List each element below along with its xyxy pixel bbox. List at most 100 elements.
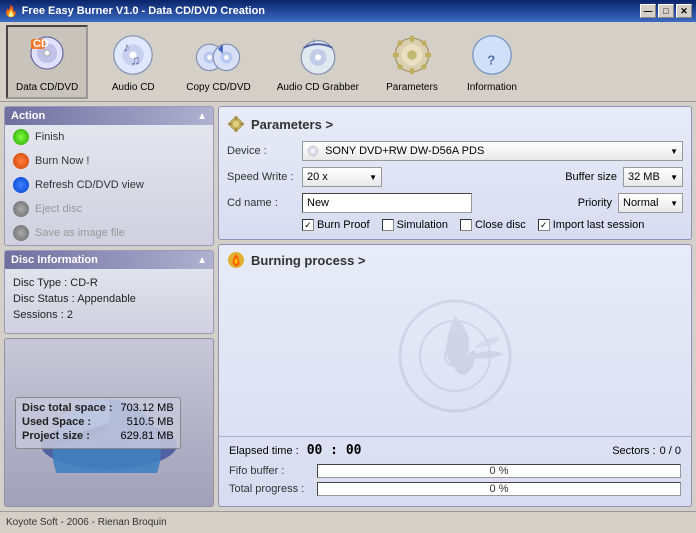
maximize-button[interactable]: □ — [658, 4, 674, 18]
disc-small-icon — [307, 145, 319, 157]
sectors-value: 0 / 0 — [660, 445, 681, 457]
simulation-box — [382, 219, 394, 231]
action-items-list: Finish Burn Now ! Refresh CD/DVD view Ej… — [5, 125, 213, 245]
audio-cd-icon: ♪ ♫ — [109, 31, 157, 79]
action-eject[interactable]: Eject disc — [5, 197, 213, 221]
svg-text:CD: CD — [33, 38, 49, 50]
grabber-icon: ♩ — [294, 31, 342, 79]
project-size-label: Project size : — [22, 430, 90, 442]
eject-label: Eject disc — [35, 203, 82, 215]
disc-info-header: Disc Information ▲ — [5, 251, 213, 269]
toolbar-item-audio-grabber[interactable]: ♩ Audio CD Grabber — [269, 27, 367, 97]
fifo-label: Fifo buffer : — [229, 465, 309, 477]
cdname-row: Cd name : Priority Normal ▼ — [227, 193, 683, 213]
fifo-bar: 0 % — [317, 464, 681, 478]
import-session-checkbox[interactable]: Import last session — [538, 219, 645, 231]
toolbar-item-parameters[interactable]: Parameters — [377, 27, 447, 97]
disc-info-title: Disc Information — [11, 254, 98, 266]
action-save-image[interactable]: Save as image file — [5, 221, 213, 245]
action-panel-header: Action ▲ — [5, 107, 213, 125]
refresh-icon — [13, 177, 29, 193]
total-space-row: Disc total space : 703.12 MB — [22, 402, 174, 414]
action-panel-collapse[interactable]: ▲ — [197, 111, 207, 122]
close-disc-checkbox[interactable]: Close disc — [460, 219, 526, 231]
total-label: Total progress : — [229, 483, 309, 495]
fifo-row: Fifo buffer : 0 % — [229, 464, 681, 478]
app-icon: 🔥 — [4, 5, 18, 18]
burn-label: Burn Now ! — [35, 155, 89, 167]
disc-info-collapse[interactable]: ▲ — [197, 255, 207, 266]
speed-row: Speed Write : 20 x ▼ Buffer size 32 MB ▼ — [227, 167, 683, 187]
burn-proof-checkbox[interactable]: Burn Proof — [302, 219, 370, 231]
speed-arrow: ▼ — [369, 173, 377, 182]
disc-status-value: Appendable — [77, 293, 136, 305]
burning-box: Burning process > — [218, 244, 692, 507]
disc-icon: CD — [23, 31, 71, 79]
total-space-label: Disc total space : — [22, 402, 112, 414]
speed-label: Speed Write : — [227, 171, 302, 183]
pie-chart-area: Disc total space : 703.12 MB Used Space … — [4, 338, 214, 507]
action-finish[interactable]: Finish — [5, 125, 213, 149]
disc-type-row: Disc Type : CD-R — [13, 277, 205, 289]
sessions-row: Sessions : 2 — [13, 309, 205, 321]
toolbar-item-data-cd-dvd[interactable]: CD Data CD/DVD — [6, 25, 88, 99]
toolbar: CD Data CD/DVD ♪ ♫ Audio CD — [0, 22, 696, 102]
burning-header: Burning process > — [219, 245, 691, 275]
toolbar-label-audio-grabber: Audio CD Grabber — [277, 82, 359, 93]
total-bar: 0 % — [317, 482, 681, 496]
disc-status-row: Disc Status : Appendable — [13, 293, 205, 305]
fifo-percent: 0 % — [490, 465, 509, 477]
svg-text:?: ? — [487, 52, 495, 67]
minimize-button[interactable]: — — [640, 4, 656, 18]
speed-value: 20 x — [307, 171, 328, 183]
toolbar-item-audio-cd[interactable]: ♪ ♫ Audio CD — [98, 27, 168, 97]
device-dropdown-arrow: ▼ — [670, 147, 678, 156]
finish-label: Finish — [35, 131, 64, 143]
close-button[interactable]: ✕ — [676, 4, 692, 18]
burn-icon — [13, 153, 29, 169]
import-session-label: Import last session — [553, 219, 645, 231]
used-space-label: Used Space : — [22, 416, 91, 428]
action-burn-now[interactable]: Burn Now ! — [5, 149, 213, 173]
finish-icon — [13, 129, 29, 145]
project-size-row: Project size : 629.81 MB — [22, 430, 174, 442]
params-gear-icon — [227, 115, 245, 133]
statusbar: Koyote Soft - 2006 - Rienan Broquin — [0, 511, 696, 533]
elapsed-time: 00 : 00 — [307, 443, 362, 458]
cdname-label: Cd name : — [227, 197, 302, 209]
toolbar-item-information[interactable]: ? Information — [457, 27, 527, 97]
burning-flame-icon — [227, 251, 245, 269]
total-row: Total progress : 0 % — [229, 482, 681, 496]
params-icon — [388, 31, 436, 79]
project-size-value: 629.81 MB — [120, 430, 173, 442]
disc-type-value: CD-R — [70, 277, 98, 289]
action-refresh[interactable]: Refresh CD/DVD view — [5, 173, 213, 197]
action-panel-title: Action — [11, 110, 45, 122]
priority-value: Normal — [623, 197, 658, 209]
watermark — [395, 296, 515, 416]
toolbar-label-parameters: Parameters — [386, 82, 438, 93]
speed-select[interactable]: 20 x ▼ — [302, 167, 382, 187]
pie-labels: Disc total space : 703.12 MB Used Space … — [15, 397, 181, 449]
toolbar-item-copy-cd-dvd[interactable]: Copy CD/DVD — [178, 27, 258, 97]
priority-select[interactable]: Normal ▼ — [618, 193, 683, 213]
device-label: Device : — [227, 145, 302, 157]
toolbar-label-audio-cd: Audio CD — [112, 82, 155, 93]
cdname-input[interactable] — [302, 193, 472, 213]
buffer-select[interactable]: 32 MB ▼ — [623, 167, 683, 187]
eject-icon — [13, 201, 29, 217]
disc-info-panel: Disc Information ▲ Disc Type : CD-R Disc… — [4, 250, 214, 334]
refresh-label: Refresh CD/DVD view — [35, 179, 144, 191]
disc-status-label: Disc Status : — [13, 293, 75, 305]
priority-label: Priority — [578, 197, 612, 209]
toolbar-label-copy-cd-dvd: Copy CD/DVD — [186, 82, 250, 93]
save-image-label: Save as image file — [35, 227, 125, 239]
device-select[interactable]: SONY DVD+RW DW-D56A PDS ▼ — [302, 141, 683, 161]
sessions-value: 2 — [67, 309, 73, 321]
sectors-label: Sectors : — [612, 445, 655, 457]
total-space-value: 703.12 MB — [120, 402, 173, 414]
simulation-checkbox[interactable]: Simulation — [382, 219, 448, 231]
sessions-label: Sessions : — [13, 309, 64, 321]
left-panel: Action ▲ Finish Burn Now ! Refresh CD/DV… — [4, 106, 214, 507]
window-controls: — □ ✕ — [640, 4, 692, 18]
